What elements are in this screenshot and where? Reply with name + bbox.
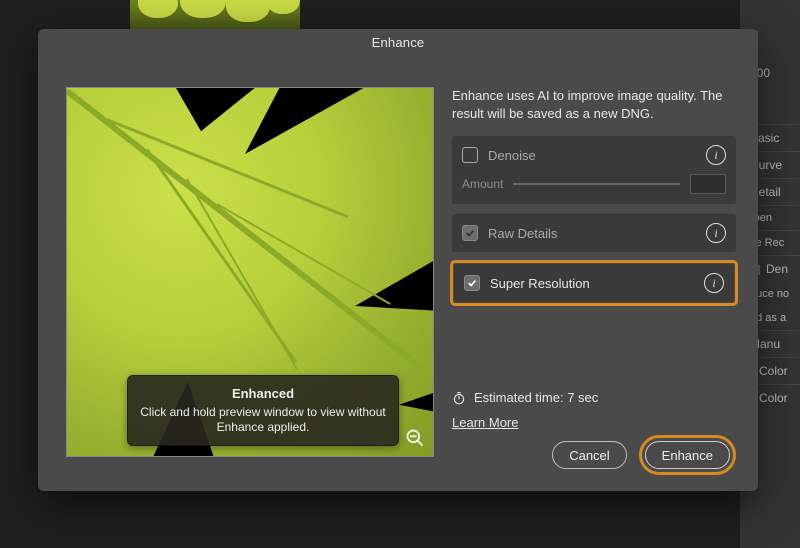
estimated-time: Estimated time: 7 sec [452, 390, 736, 405]
enhance-button[interactable]: Enhance [645, 441, 730, 469]
denoise-checkbox[interactable] [462, 147, 478, 163]
zoom-out-icon[interactable] [405, 428, 425, 448]
dialog-title: Enhance [38, 29, 758, 57]
super-resolution-info-icon[interactable]: i [704, 273, 724, 293]
cancel-button[interactable]: Cancel [552, 441, 626, 469]
raw-details-option: Raw Details i [452, 214, 736, 252]
super-resolution-label: Super Resolution [490, 276, 704, 291]
denoise-label: Denoise [488, 148, 706, 163]
amount-slider[interactable] [513, 183, 680, 185]
preview-window[interactable]: Enhanced Click and hold preview window t… [66, 87, 434, 457]
super-resolution-highlight: Super Resolution i [452, 262, 736, 304]
raw-details-label: Raw Details [488, 226, 706, 241]
amount-value-box[interactable] [690, 174, 726, 194]
denoise-info-icon[interactable]: i [706, 145, 726, 165]
super-resolution-option: Super Resolution i [454, 264, 734, 302]
tooltip-title: Enhanced [140, 386, 386, 401]
enhance-dialog: Enhance Enhanced Click and hold preview … [38, 29, 758, 491]
dialog-description: Enhance uses AI to improve image quality… [452, 87, 736, 122]
learn-more[interactable]: Learn More [452, 415, 736, 430]
denoise-option: Denoise i Amount [452, 136, 736, 204]
panel-color-1-label: Color [759, 364, 788, 378]
preview-tooltip: Enhanced Click and hold preview window t… [127, 375, 399, 446]
raw-details-info-icon[interactable]: i [706, 223, 726, 243]
dialog-buttons: Cancel Enhance [552, 435, 736, 475]
enhance-button-highlight: Enhance [639, 435, 736, 475]
super-resolution-checkbox[interactable] [464, 275, 480, 291]
raw-details-checkbox[interactable] [462, 225, 478, 241]
learn-more-link[interactable]: Learn More [452, 415, 518, 430]
timer-icon [452, 391, 466, 405]
panel-color-2-label: Color [759, 391, 788, 405]
panel-denoise-label: Den [766, 262, 788, 276]
eta-prefix: Estimated time: [474, 390, 564, 405]
amount-label: Amount [462, 177, 503, 191]
eta-value: 7 sec [567, 390, 598, 405]
tooltip-body: Click and hold preview window to view wi… [140, 405, 386, 435]
